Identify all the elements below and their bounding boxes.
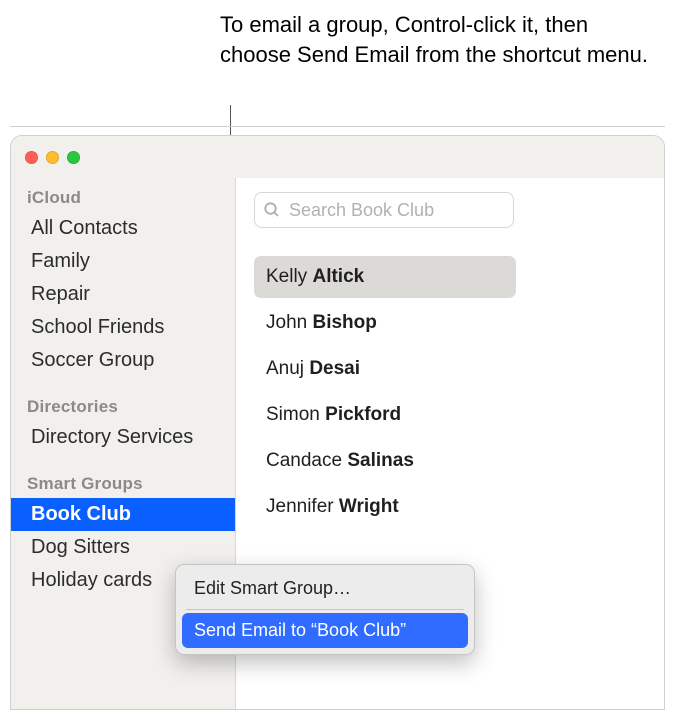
sidebar-section-smart-groups: Smart Groups [11,468,235,498]
contact-list: Kelly AltickJohn BishopAnuj DesaiSimon P… [254,256,646,528]
help-annotation: To email a group, Control-click it, then… [220,10,650,69]
contact-last-name: Wright [339,496,399,517]
top-rule [10,126,665,127]
context-menu: Edit Smart Group… Send Email to “Book Cl… [175,564,475,655]
sidebar-item-family[interactable]: Family [11,245,235,278]
contact-row[interactable]: Jennifer Wright [254,486,516,528]
window-titlebar [11,136,664,178]
contact-last-name: Bishop [312,312,376,333]
search-input[interactable] [254,192,514,228]
contact-last-name: Desai [309,358,360,379]
contact-row[interactable]: Anuj Desai [254,348,516,390]
sidebar-item-all-contacts[interactable]: All Contacts [11,212,235,245]
sidebar-item-repair[interactable]: Repair [11,278,235,311]
sidebar-section-directories: Directories [11,391,235,421]
menu-edit-smart-group[interactable]: Edit Smart Group… [182,571,468,606]
search-field-wrap [254,192,514,228]
contact-row[interactable]: John Bishop [254,302,516,344]
contact-first-name: John [266,312,312,333]
contact-row[interactable]: Candace Salinas [254,440,516,482]
minimize-button[interactable] [46,151,59,164]
contact-last-name: Pickford [325,404,401,425]
contact-first-name: Candace [266,450,347,471]
menu-send-email[interactable]: Send Email to “Book Club” [182,613,468,648]
contact-first-name: Anuj [266,358,309,379]
close-button[interactable] [25,151,38,164]
zoom-button[interactable] [67,151,80,164]
sidebar-item-school-friends[interactable]: School Friends [11,311,235,344]
contact-last-name: Salinas [347,450,414,471]
contact-row[interactable]: Kelly Altick [254,256,516,298]
sidebar-section-icloud: iCloud [11,188,235,212]
contact-row[interactable]: Simon Pickford [254,394,516,436]
contact-last-name: Altick [312,266,364,287]
sidebar-item-soccer-group[interactable]: Soccer Group [11,344,235,377]
contact-first-name: Kelly [266,266,312,287]
menu-divider [186,609,464,610]
search-icon [263,201,281,219]
contact-first-name: Jennifer [266,496,339,517]
contact-first-name: Simon [266,404,325,425]
sidebar-item-book-club[interactable]: Book Club [11,498,235,531]
sidebar-item-dog-sitters[interactable]: Dog Sitters [11,531,235,564]
sidebar-item-directory-services[interactable]: Directory Services [11,421,235,454]
